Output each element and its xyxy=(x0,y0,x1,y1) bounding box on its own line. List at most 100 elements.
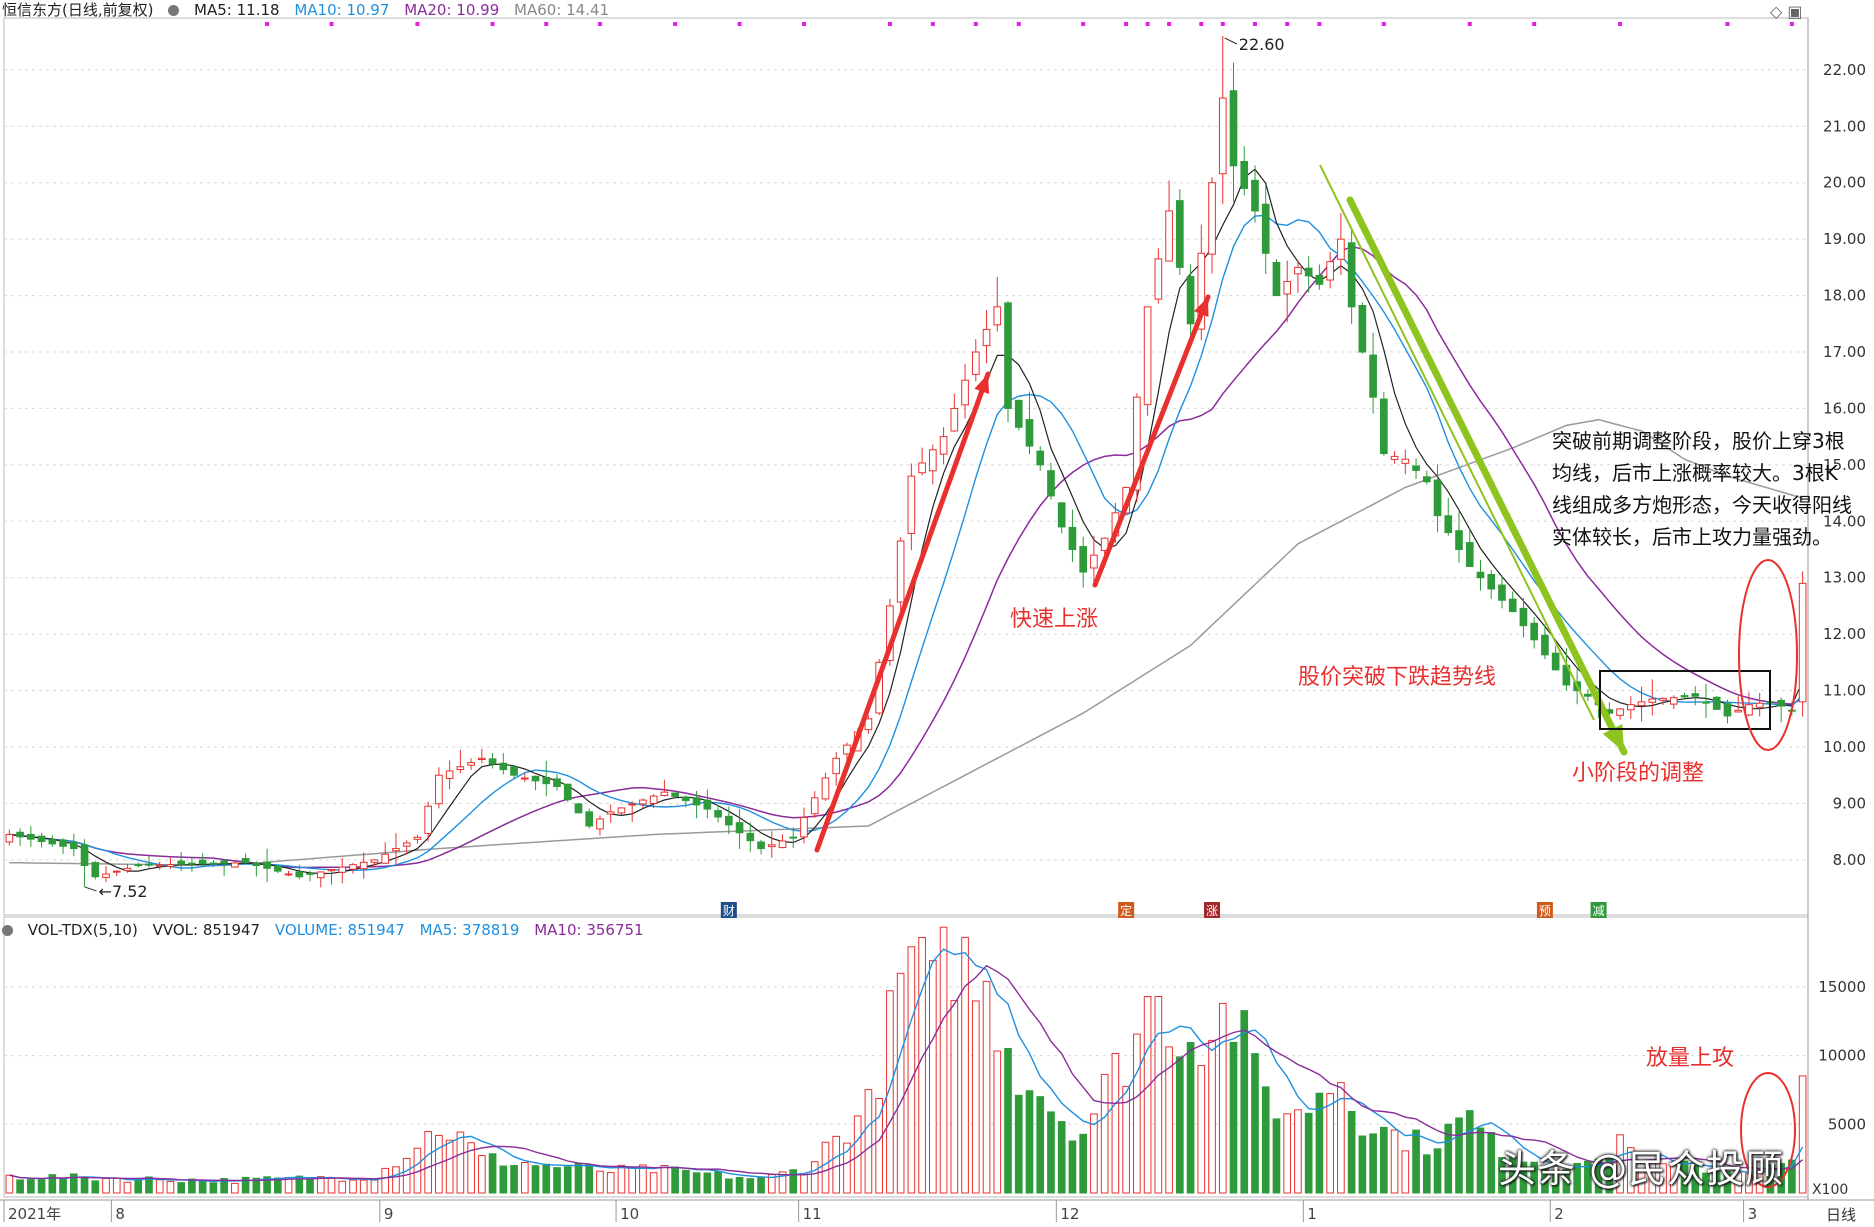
volume-bar-up xyxy=(123,1181,132,1194)
candle-up xyxy=(1154,258,1163,300)
candle-down xyxy=(735,822,744,834)
volume-tick-label: 15000 xyxy=(1818,978,1866,996)
volume-bar-down xyxy=(59,1178,67,1194)
volume-bar-up xyxy=(370,1179,379,1194)
volume-bar-up xyxy=(875,1097,883,1194)
candle-down xyxy=(91,862,100,878)
price-tick-label: 18.00 xyxy=(1823,287,1866,305)
rise-arrow-1-shaft xyxy=(814,371,991,853)
candle-down xyxy=(1422,476,1431,483)
volume-bar-up xyxy=(886,990,894,1194)
candle-up xyxy=(606,811,615,815)
candle-down xyxy=(80,844,89,866)
candle-down xyxy=(703,799,712,810)
candle-down xyxy=(724,815,733,826)
volume-bar-down xyxy=(198,1180,207,1194)
candle-up xyxy=(639,799,647,805)
volume-bar-down xyxy=(1380,1126,1388,1194)
candle-up xyxy=(456,766,465,771)
event-dot xyxy=(415,22,420,26)
volume-bar-down xyxy=(1465,1110,1474,1194)
volume-bar-up xyxy=(617,1164,626,1194)
price-tick-label: 8.00 xyxy=(1833,851,1866,869)
candle-up xyxy=(102,873,110,878)
event-dot xyxy=(673,22,678,26)
volume-bar-down xyxy=(1057,1121,1066,1194)
candle-down xyxy=(488,758,497,765)
volume-bar-up xyxy=(1111,1052,1120,1194)
volume-bar-up xyxy=(1401,1150,1410,1194)
candle-up xyxy=(316,871,325,879)
candle-up xyxy=(1755,702,1764,708)
candle-up xyxy=(520,777,529,780)
candle-up xyxy=(284,873,293,876)
candle-down xyxy=(746,832,755,842)
low-label: ←7.52 xyxy=(99,882,148,901)
candle-up xyxy=(467,762,475,766)
volume-bar-up xyxy=(993,1050,1002,1194)
panel-toggle-icon[interactable]: ▣ xyxy=(1787,2,1802,21)
volume-bar-down xyxy=(1347,1110,1356,1194)
volume-bar-up xyxy=(231,1182,239,1194)
candle-down xyxy=(252,862,261,866)
candle-up xyxy=(596,818,604,830)
candle-down xyxy=(510,766,518,776)
rise-arrow-1-head xyxy=(974,374,990,394)
volume-bar-down xyxy=(563,1166,572,1194)
candle-down xyxy=(682,796,690,802)
event-dot xyxy=(801,22,806,26)
candle-down xyxy=(1369,354,1377,398)
volume-bar-up xyxy=(338,1180,347,1194)
candle-down xyxy=(553,778,561,788)
candle-up xyxy=(1283,280,1292,295)
period-label[interactable]: 日线 xyxy=(1826,1204,1856,1225)
volume-bar-up xyxy=(1390,1129,1399,1194)
candle-up xyxy=(123,867,132,872)
settings-circle-icon[interactable] xyxy=(2,925,13,936)
candle-up xyxy=(821,777,830,800)
event-dot xyxy=(1081,22,1086,26)
x-tick-label: 10 xyxy=(620,1205,639,1223)
candle-up xyxy=(1637,701,1646,707)
ma20-readout: MA20: 10.99 xyxy=(404,1,500,19)
candle-down xyxy=(789,836,798,839)
stock-chart[interactable]: 8.009.0010.0011.0012.0013.0014.0015.0016… xyxy=(0,0,1874,1227)
candle-up xyxy=(1165,210,1173,262)
volume-bar-down xyxy=(1240,1010,1249,1194)
candle-down xyxy=(1315,274,1324,285)
volume-bar-down xyxy=(37,1179,46,1194)
ma10-readout: MA10: 10.97 xyxy=(294,1,390,19)
x-tick-label: 2021年 xyxy=(8,1205,61,1223)
candle-down xyxy=(1723,703,1732,717)
candle-down xyxy=(1712,696,1721,710)
candle-down xyxy=(1004,302,1012,409)
volume-indicator-header: VOL-TDX(5,10) VVOL: 851947 VOLUME: 85194… xyxy=(2,920,654,940)
volume-bar-up xyxy=(456,1131,465,1194)
candle-down xyxy=(177,860,186,865)
volume-bar-down xyxy=(1004,1047,1012,1194)
volume-bar-down xyxy=(1412,1129,1420,1194)
volume-bar-down xyxy=(1079,1133,1088,1194)
candle-down xyxy=(757,841,765,850)
volume-bar-down xyxy=(1047,1111,1055,1194)
event-dot xyxy=(1725,22,1730,26)
vol-ma10-readout: MA10: 356751 xyxy=(534,921,644,939)
diamond-icon[interactable]: ◇ xyxy=(1770,2,1782,21)
event-marker-label: 财 xyxy=(723,904,735,918)
candle-down xyxy=(1347,242,1356,308)
ma20-line xyxy=(9,245,1803,869)
candle-up xyxy=(1401,458,1410,464)
volume-bar-up xyxy=(1143,996,1152,1194)
low-pointer xyxy=(84,886,97,892)
volume-bar-down xyxy=(80,1177,89,1194)
candle-up xyxy=(617,807,626,814)
settings-circle-icon[interactable] xyxy=(168,5,180,16)
volume-bar-up xyxy=(800,1173,808,1194)
candle-down xyxy=(1025,419,1034,447)
event-dot xyxy=(329,22,334,26)
candle-up xyxy=(800,817,808,838)
volume-bar-down xyxy=(499,1165,508,1194)
volume-bar-up xyxy=(864,1089,873,1194)
candle-down xyxy=(1380,398,1388,455)
volume-bar-down xyxy=(1455,1117,1463,1194)
